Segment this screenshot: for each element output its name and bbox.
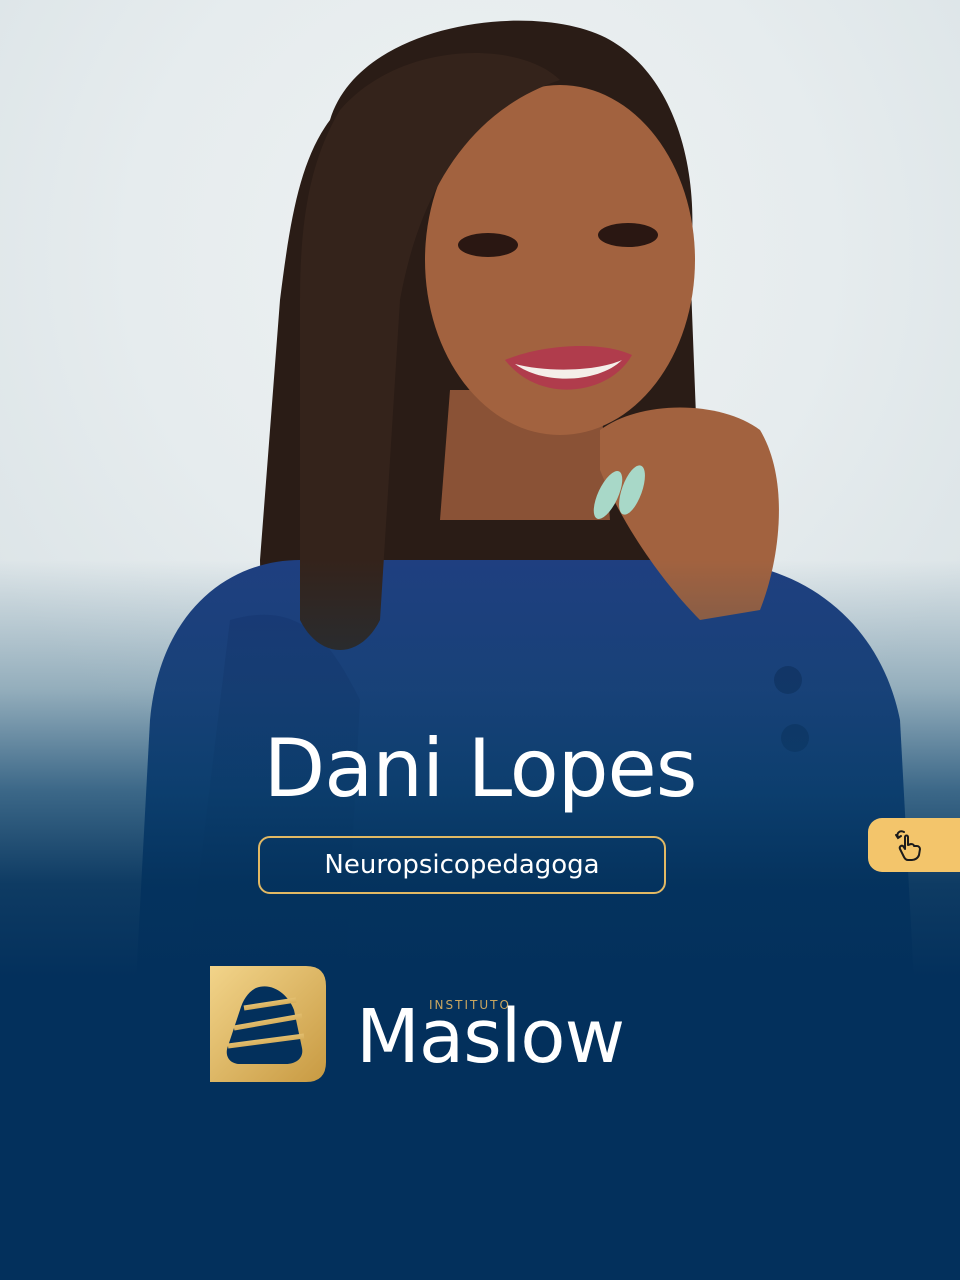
role-badge: Neuropsicopedagoga <box>258 836 666 894</box>
bottom-gradient-overlay <box>0 560 960 1280</box>
swipe-next-button[interactable] <box>868 818 960 872</box>
person-name: Dani Lopes <box>263 722 698 815</box>
brand-name: Maslow <box>356 994 625 1080</box>
role-label: Neuropsicopedagoga <box>324 850 600 880</box>
swipe-hand-icon <box>895 830 921 861</box>
slide-card: Dani Lopes Neuropsicopedagoga INSTITUTO … <box>0 0 960 1280</box>
maslow-logo-icon <box>210 966 326 1082</box>
